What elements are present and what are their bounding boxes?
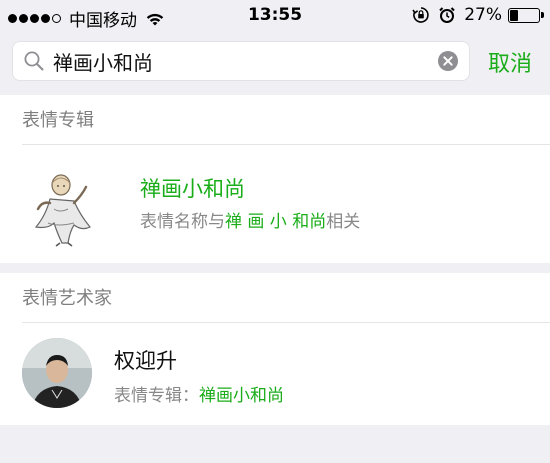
artist-avatar-image [22, 338, 92, 408]
description-prefix: 表情名称与 [140, 212, 225, 232]
alarm-icon [439, 7, 455, 23]
artist-name: 权迎升 [114, 349, 177, 373]
section-header-sticker-artist: 表情艺术家 [22, 273, 550, 323]
battery-icon [508, 7, 544, 23]
description-highlight: 禅 画 小 和尚 [225, 212, 327, 232]
sticker-album-title: 禅画小和尚 [140, 177, 245, 201]
status-bar: 中国移动 13:55 27% [0, 0, 550, 32]
battery-percent: 27% [464, 5, 502, 25]
sticker-album-result[interactable]: 禅画小和尚 表情名称与禅 画 小 和尚相关 [0, 145, 550, 263]
album-label: 表情专辑： [114, 386, 199, 406]
artist-album-info: 表情专辑：禅画小和尚 [114, 381, 284, 406]
sticker-artist-section: 表情艺术家 权迎升 表情专辑：禅画小和尚 [0, 273, 550, 425]
cancel-button[interactable]: 取消 [488, 46, 532, 78]
album-name: 禅画小和尚 [199, 386, 284, 406]
monk-sticker-thumbnail [34, 174, 91, 247]
search-input[interactable] [53, 46, 437, 76]
avatar [22, 338, 92, 408]
status-right: 27% [412, 5, 544, 25]
sticker-album-section: 表情专辑 禅画小和尚 表情名称与禅 画 小 和尚相关 [0, 95, 550, 263]
battery-fill [510, 9, 519, 21]
search-bar[interactable] [12, 41, 470, 81]
search-icon [24, 51, 44, 71]
clear-icon[interactable] [437, 50, 459, 72]
description-suffix: 相关 [326, 212, 361, 232]
orientation-lock-icon [412, 7, 429, 23]
artist-result[interactable]: 权迎升 表情专辑：禅画小和尚 [0, 323, 550, 441]
sticker-album-description: 表情名称与禅 画 小 和尚相关 [140, 207, 360, 232]
section-header-sticker-album: 表情专辑 [22, 95, 550, 145]
